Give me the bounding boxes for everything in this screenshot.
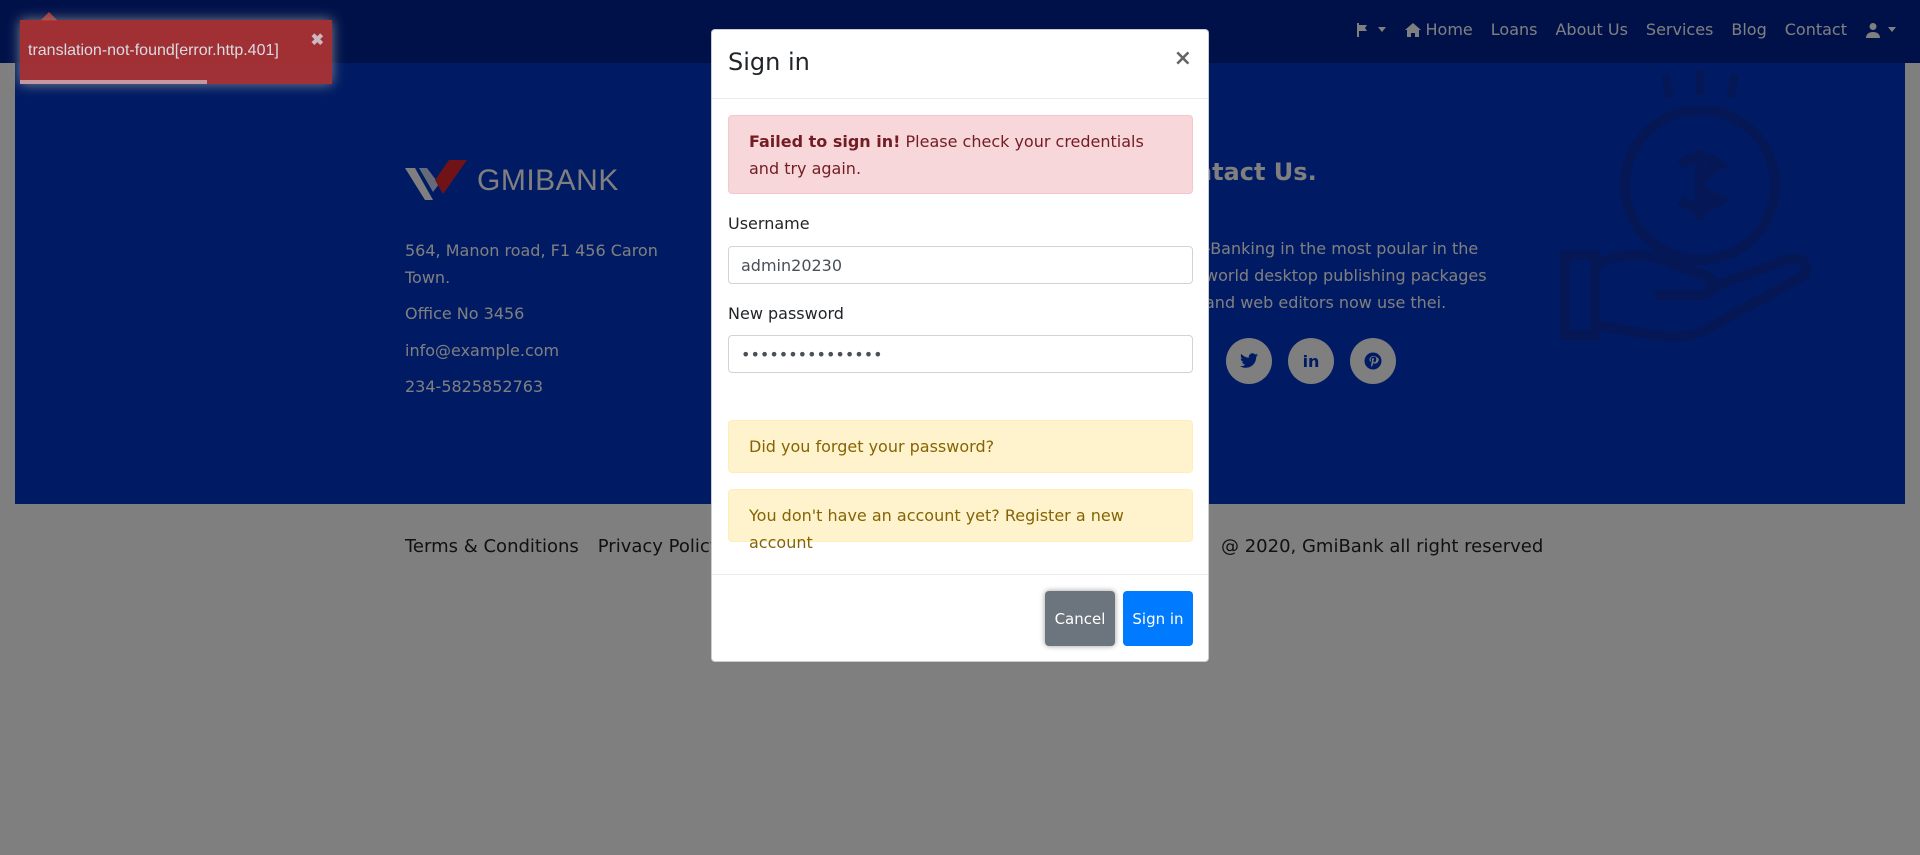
modal-header: Sign in × bbox=[712, 30, 1208, 99]
username-label: Username bbox=[728, 214, 810, 233]
toast-progress-bar bbox=[20, 80, 208, 84]
toast-close-icon[interactable]: ✖ bbox=[311, 30, 324, 50]
forgot-password-alert: Did you forget your password? bbox=[728, 420, 1193, 473]
toast-message: translation-not-found[error.http.401] bbox=[28, 42, 279, 59]
signin-button[interactable]: Sign in bbox=[1123, 591, 1193, 646]
signin-error-alert: Failed to sign in! Please check your cre… bbox=[728, 115, 1193, 194]
username-input[interactable] bbox=[728, 246, 1193, 284]
cancel-button[interactable]: Cancel bbox=[1045, 591, 1115, 646]
modal-close-icon[interactable]: × bbox=[1174, 46, 1192, 71]
password-input[interactable] bbox=[728, 335, 1193, 373]
error-bold-text: Failed to sign in! bbox=[749, 132, 901, 151]
signin-modal: Sign in × Failed to sign in! Please chec… bbox=[711, 29, 1209, 662]
register-link[interactable]: You don't have an account yet? Register … bbox=[749, 506, 1124, 552]
modal-title: Sign in bbox=[728, 48, 810, 76]
password-label: New password bbox=[728, 304, 844, 323]
register-alert: You don't have an account yet? Register … bbox=[728, 489, 1193, 552]
forgot-password-link[interactable]: Did you forget your password? bbox=[749, 437, 994, 456]
error-toast[interactable]: translation-not-found[error.http.401] ✖ bbox=[20, 20, 332, 84]
